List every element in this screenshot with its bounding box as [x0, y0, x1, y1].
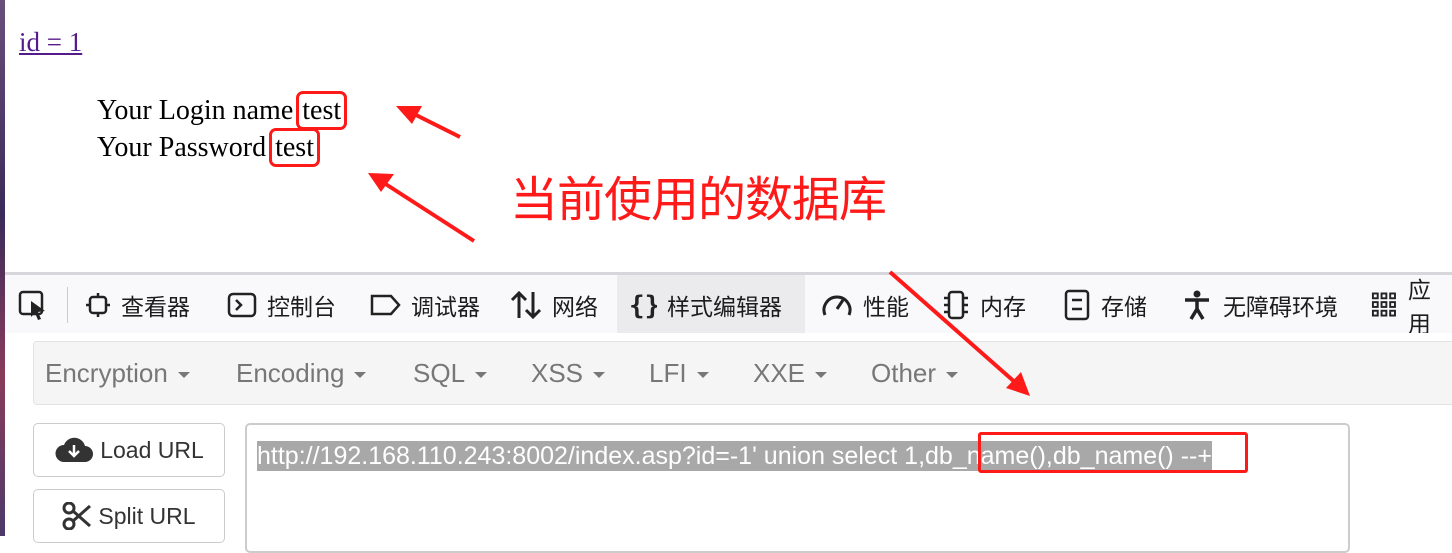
arrow-to-login — [411, 111, 461, 139]
arrow-to-url — [888, 270, 1019, 386]
annotation-arrows — [368, 106, 1030, 396]
arrow-to-password — [382, 181, 476, 243]
